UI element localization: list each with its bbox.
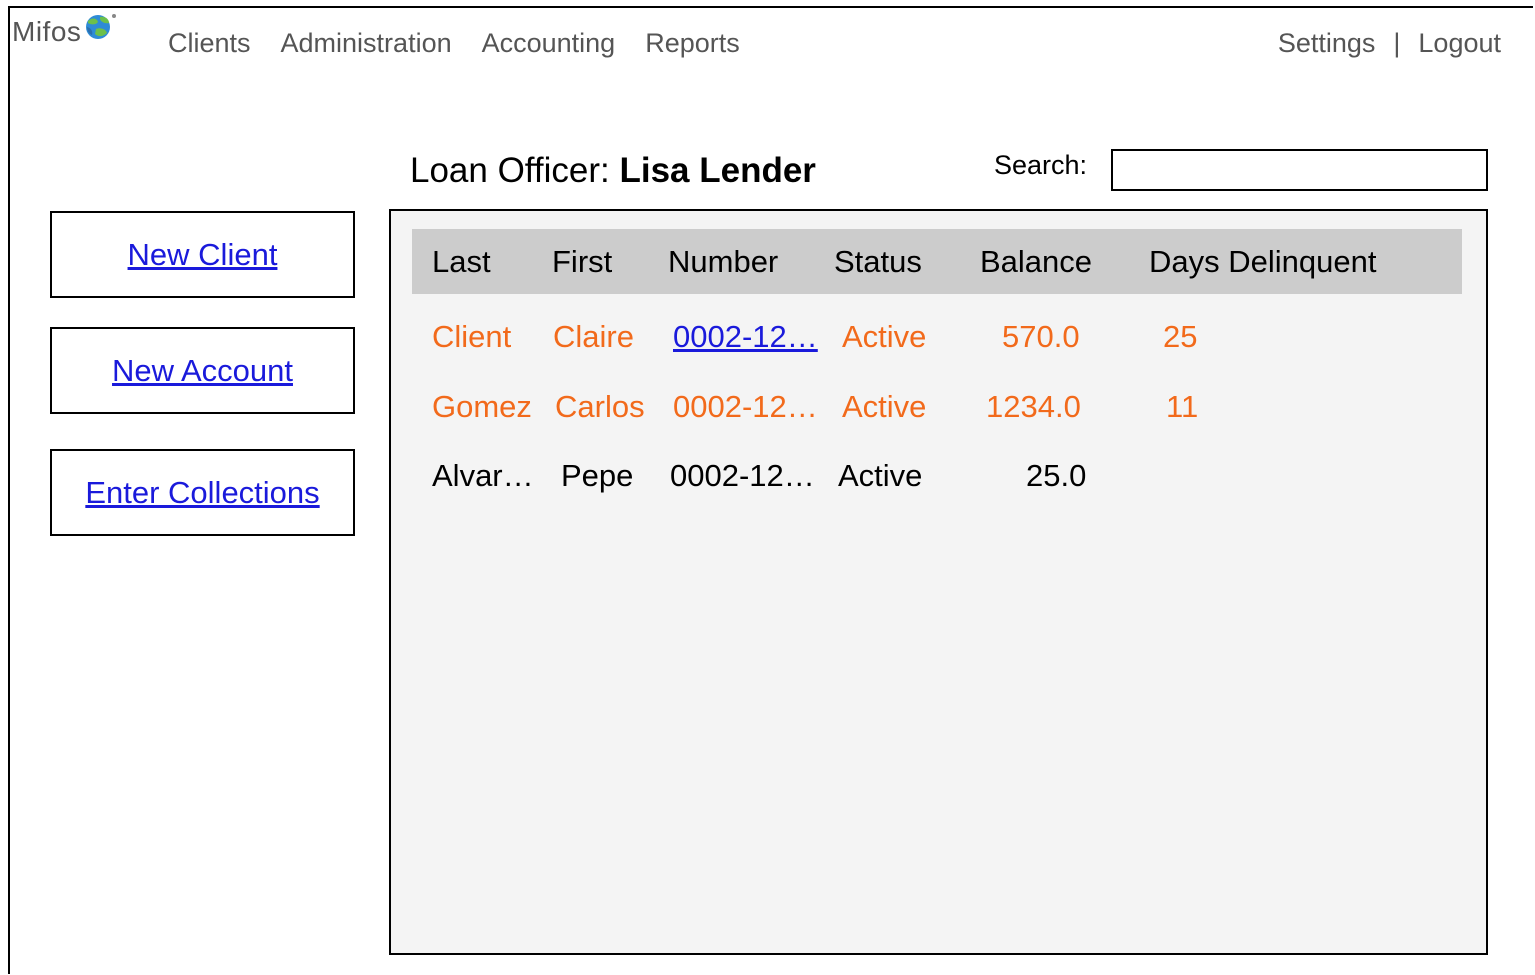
officer-label: Loan Officer: xyxy=(410,151,610,190)
enter-collections-button[interactable]: Enter Collections xyxy=(50,449,355,536)
search-input[interactable] xyxy=(1111,149,1488,191)
page-title: Loan Officer: Lisa Lender xyxy=(410,148,816,194)
column-header-number[interactable]: Number xyxy=(668,242,778,282)
cell-status: Active xyxy=(842,319,927,354)
clients-table-panel: Last First Number Status Balance Days De… xyxy=(389,209,1488,955)
table-header: Last First Number Status Balance Days De… xyxy=(412,229,1462,294)
user-nav: Settings | Logout xyxy=(1278,24,1501,62)
cell-first: Pepe xyxy=(561,458,634,493)
column-header-status[interactable]: Status xyxy=(834,242,922,282)
cell-days-delinquent: 11 xyxy=(1166,389,1199,424)
cell-last: Alvar… xyxy=(432,458,534,493)
table-row[interactable]: Gomez Carlos 0002-12… Active 1234.0 11 xyxy=(412,387,1462,437)
cell-last: Client xyxy=(432,319,512,354)
cell-balance: 570.0 xyxy=(1002,319,1080,354)
nav-separator: | xyxy=(1393,28,1401,58)
logout-link[interactable]: Logout xyxy=(1418,24,1501,62)
nav-clients[interactable]: Clients xyxy=(168,24,251,62)
column-header-balance[interactable]: Balance xyxy=(980,242,1092,282)
cell-first: Carlos xyxy=(555,389,645,424)
settings-link[interactable]: Settings xyxy=(1278,24,1376,62)
new-account-button[interactable]: New Account xyxy=(50,327,355,414)
cell-days-delinquent: 25 xyxy=(1163,319,1198,354)
main-nav: Clients Administration Accounting Report… xyxy=(168,24,740,62)
mifos-logo[interactable]: Mifos xyxy=(12,12,117,52)
logo-text: Mifos xyxy=(12,16,82,47)
nav-reports[interactable]: Reports xyxy=(645,24,740,62)
table-row[interactable]: Alvar… Pepe 0002-12… Active 25.0 xyxy=(412,456,1462,506)
cell-number: 0002-12… xyxy=(673,389,818,424)
nav-administration[interactable]: Administration xyxy=(281,24,452,62)
cell-last: Gomez xyxy=(432,389,532,424)
globe-icon xyxy=(86,14,117,39)
search-label: Search: xyxy=(994,150,1088,180)
cell-balance: 25.0 xyxy=(1026,458,1087,493)
column-header-last[interactable]: Last xyxy=(432,242,491,282)
nav-accounting[interactable]: Accounting xyxy=(482,24,616,62)
column-header-days-delinquent[interactable]: Days Delinquent xyxy=(1149,242,1376,282)
cell-status: Active xyxy=(842,389,927,424)
cell-first: Claire xyxy=(553,319,634,354)
cell-balance: 1234.0 xyxy=(986,389,1081,424)
cell-status: Active xyxy=(838,458,923,493)
new-client-button[interactable]: New Client xyxy=(50,211,355,298)
officer-name: Lisa Lender xyxy=(619,151,816,190)
column-header-first[interactable]: First xyxy=(552,242,612,282)
cell-number: 0002-12… xyxy=(670,458,815,493)
cell-number-link[interactable]: 0002-12… xyxy=(673,317,818,357)
table-row[interactable]: Client Claire 0002-12… Active 570.0 25 xyxy=(412,317,1462,367)
